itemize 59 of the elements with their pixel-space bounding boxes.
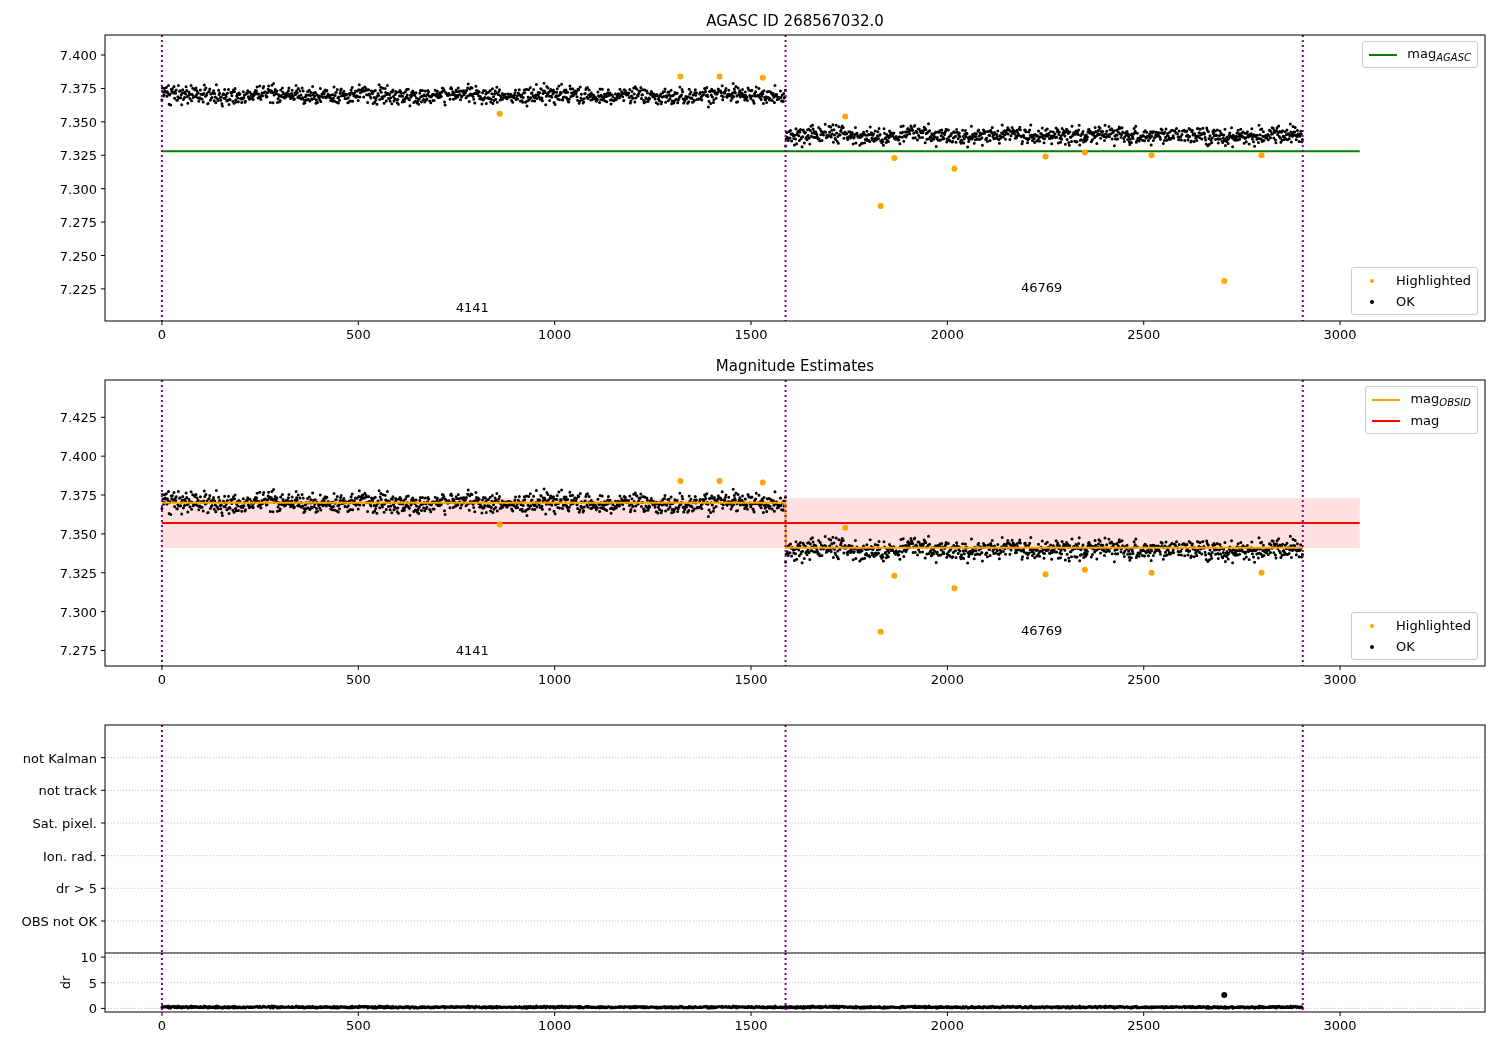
tick-label: 2500 xyxy=(1127,672,1161,687)
tick-label: 2500 xyxy=(1127,327,1161,342)
tick-label: OBS not OK xyxy=(21,914,97,929)
legend-label: OK xyxy=(1396,639,1415,654)
tick-label: 1000 xyxy=(538,1018,572,1033)
tick-label: 1000 xyxy=(538,672,572,687)
tick-label: 500 xyxy=(345,327,371,342)
tick-label: 0 xyxy=(157,1018,167,1033)
tick-label: 7.300 xyxy=(59,604,97,620)
tick-label: 7.300 xyxy=(59,181,97,197)
legend-label: mag xyxy=(1410,413,1440,428)
tick-label: 7.350 xyxy=(59,526,97,542)
tick-label: 7.225 xyxy=(59,281,97,297)
tick-label: 0 xyxy=(88,1001,97,1017)
legend-label: mag$_{OBSID}$ xyxy=(1410,391,1471,408)
tick-label: dr > 5 xyxy=(55,881,97,897)
tick-label: 7.400 xyxy=(59,449,97,465)
tick-label: 3000 xyxy=(1323,327,1357,342)
annotation-label: 46769 xyxy=(1020,622,1063,638)
annotation-label: 4141 xyxy=(455,299,489,315)
tick-label: 7.375 xyxy=(59,488,97,503)
axis-label: dr xyxy=(58,975,73,990)
tick-label: 7.350 xyxy=(59,114,97,130)
legend-label: OK xyxy=(1396,294,1415,309)
legend-label: Highlighted xyxy=(1396,273,1471,288)
annotation-label: 4141 xyxy=(455,643,489,659)
tick-label: 3000 xyxy=(1323,1018,1357,1033)
tick-label: Ion. rad. xyxy=(43,848,97,864)
tick-label: 5 xyxy=(88,975,97,991)
tick-label: 1500 xyxy=(734,672,768,687)
tick-label: 500 xyxy=(345,1018,371,1033)
tick-label: 0 xyxy=(157,672,167,687)
chart-title: AGASC ID 268567032.0 xyxy=(706,12,884,30)
tick-label: 7.425 xyxy=(59,410,97,426)
tick-label: 3000 xyxy=(1323,672,1357,687)
tick-label: 2500 xyxy=(1127,1018,1161,1033)
tick-label: 1500 xyxy=(734,327,768,342)
tick-label: 2000 xyxy=(930,672,964,687)
tick-label: not Kalman xyxy=(22,750,97,766)
legend-label: mag$_{AGASC}$ xyxy=(1407,46,1471,63)
tick-label: 7.325 xyxy=(59,148,97,164)
tick-label: 2000 xyxy=(930,327,964,342)
tick-label: not track xyxy=(38,783,97,799)
tick-label: 10 xyxy=(80,953,97,966)
tick-label: 0 xyxy=(157,327,167,342)
tick-label: 1500 xyxy=(734,1018,768,1033)
legend-label: Highlighted xyxy=(1396,618,1471,633)
tick-label: 7.325 xyxy=(59,565,97,581)
tick-label: 7.400 xyxy=(59,48,97,64)
tick-label: 500 xyxy=(345,672,371,687)
chart-title: Magnitude Estimates xyxy=(715,357,875,375)
tick-label: 7.250 xyxy=(59,248,97,264)
annotation-label: 46769 xyxy=(1020,279,1063,295)
tick-label: Sat. pixel. xyxy=(32,816,97,831)
tick-label: 7.275 xyxy=(59,643,97,659)
tick-label: 7.275 xyxy=(59,215,97,231)
tick-label: 2000 xyxy=(930,1018,964,1033)
tick-label: 7.375 xyxy=(59,81,97,97)
tick-label: 1000 xyxy=(538,327,572,342)
